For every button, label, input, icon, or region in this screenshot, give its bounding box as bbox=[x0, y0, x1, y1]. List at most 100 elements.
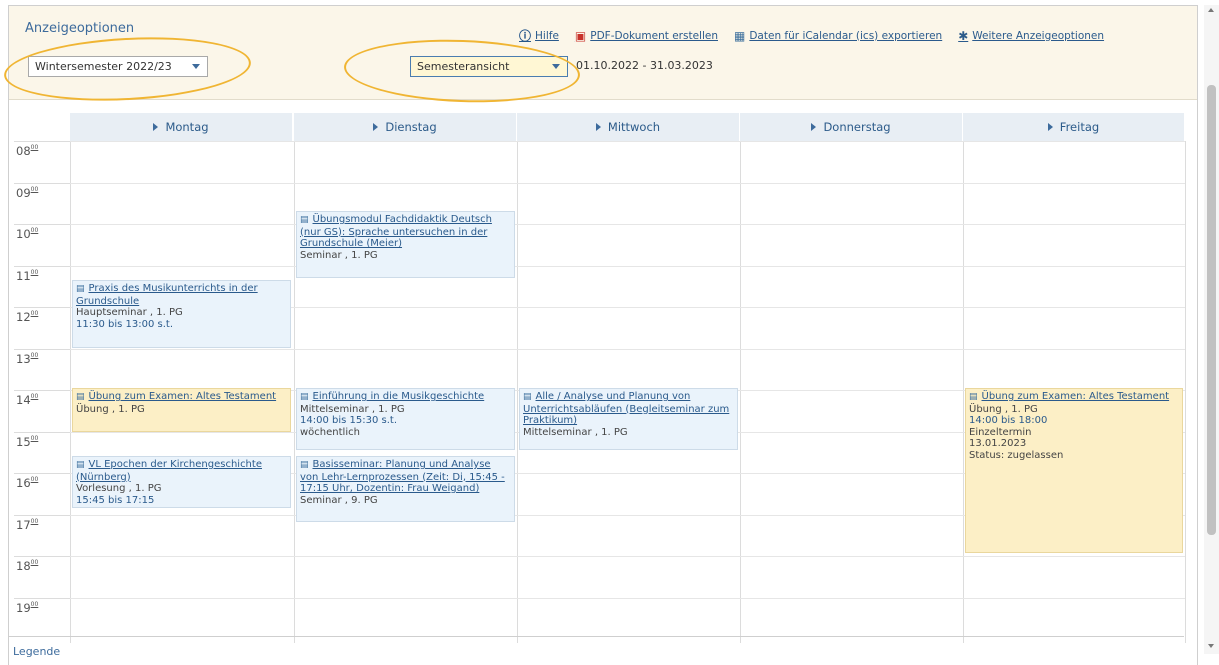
time-label-minutes: 00 bbox=[30, 559, 39, 566]
header-links: ⓘ Hilfe ▣ PDF-Dokument erstellen ▦ Daten für … bbox=[519, 27, 1120, 44]
time-label-minutes: 00 bbox=[30, 185, 39, 193]
course-title-link[interactable]: ▤ Übung zum Examen: Altes Testament bbox=[969, 391, 1179, 404]
hour-line bbox=[70, 597, 1185, 599]
course-event[interactable]: ▤ Übung zum Examen: Altes Testament Übung … bbox=[965, 388, 1183, 553]
course-title-link[interactable]: ▤ Übung zum Examen: Altes Testament bbox=[76, 391, 287, 404]
course-icon: ▤ bbox=[300, 392, 309, 402]
day-header-1[interactable]: Dienstag bbox=[294, 113, 517, 141]
time-label-minutes: 00 bbox=[30, 476, 39, 483]
day-label: Freitag bbox=[1059, 120, 1100, 134]
scroll-down-icon[interactable] bbox=[1208, 644, 1214, 648]
time-label: 1600 bbox=[16, 476, 39, 490]
course-title: Übung zum Examen: Altes Testament bbox=[981, 391, 1170, 402]
course-title-link[interactable]: ▤ Basisseminar: Planung und Analyse von L… bbox=[300, 459, 511, 495]
course-title: Einführung in die Musikgeschichte bbox=[312, 391, 485, 402]
course-title-link[interactable]: ▤ Einführung in die Musikgeschichte bbox=[300, 391, 511, 404]
course-time: 15:45 bis 17:15 bbox=[76, 494, 155, 506]
course-title: VL Epochen der Kirchengeschichte (Nürnbe… bbox=[76, 459, 262, 483]
course-event[interactable]: ▤ VL Epochen der Kirchengeschichte (Nürnb… bbox=[72, 456, 291, 508]
time-label: 1500 bbox=[16, 434, 39, 449]
time-label: 1800 bbox=[16, 559, 39, 573]
time-row-line bbox=[14, 597, 70, 599]
course-event[interactable]: ▤ Übung zum Examen: Altes Testament Übung … bbox=[72, 388, 291, 432]
scroll-thumb[interactable] bbox=[1207, 85, 1216, 535]
expand-icon bbox=[811, 123, 817, 131]
day-label: Montag bbox=[165, 120, 209, 134]
day-header-2[interactable]: Mittwoch bbox=[517, 113, 740, 141]
time-label-minutes: 00 bbox=[30, 351, 39, 359]
time-row-line bbox=[14, 556, 70, 557]
legend[interactable]: Legende bbox=[9, 636, 1184, 661]
scrollbar[interactable] bbox=[1204, 5, 1219, 654]
time-label-minutes: 00 bbox=[30, 227, 39, 234]
day-header-3[interactable]: Donnerstag bbox=[740, 113, 963, 141]
course-meta: Einzeltermin bbox=[969, 426, 1032, 438]
time-row-line bbox=[14, 307, 70, 308]
course-icon: ▤ bbox=[300, 215, 309, 225]
expand-icon bbox=[1047, 123, 1053, 131]
time-label: 1100 bbox=[16, 268, 39, 283]
time-label: 1000 bbox=[16, 227, 39, 241]
course-time: 11:30 bis 13:00 s.t. bbox=[76, 318, 173, 330]
expand-icon bbox=[595, 123, 601, 131]
day-column bbox=[740, 141, 963, 643]
time-label-minutes: 00 bbox=[30, 393, 39, 400]
course-icon: ▤ bbox=[523, 392, 532, 402]
scroll-up-icon[interactable] bbox=[1208, 8, 1214, 12]
page-title: Anzeigeoptionen bbox=[25, 21, 135, 36]
ics-export-link-label: Daten für iCalendar (ics) exportieren bbox=[749, 29, 943, 42]
time-label-minutes: 00 bbox=[30, 144, 39, 151]
time-row-line bbox=[14, 514, 70, 516]
time-row-line bbox=[14, 348, 70, 350]
date-range: 01.10.2022 - 31.03.2023 bbox=[576, 59, 713, 72]
hour-line bbox=[70, 224, 1185, 225]
more-options-link-label: Weitere Anzeigeoptionen bbox=[972, 29, 1105, 42]
time-row-line bbox=[14, 431, 70, 433]
course-meta: Seminar , 9. PG bbox=[300, 494, 378, 506]
course-meta: Übung , 1. PG bbox=[76, 403, 145, 415]
ics-export-link[interactable]: ▦ Daten für iCalendar (ics) exportieren bbox=[734, 27, 942, 44]
help-link[interactable]: ⓘ Hilfe bbox=[519, 27, 559, 44]
course-title-link[interactable]: ▤ Alle / Analyse und Planung von Unterric… bbox=[523, 391, 734, 427]
course-meta: wöchentlich bbox=[300, 426, 360, 438]
course-event[interactable]: ▤ Einführung in die Musikgeschichte Mittel… bbox=[296, 388, 515, 450]
time-label: 1400 bbox=[16, 393, 39, 407]
course-meta: 13.01.2023 bbox=[969, 438, 1027, 449]
pdf-icon: ▣ bbox=[574, 28, 587, 43]
time-row-line bbox=[14, 390, 70, 391]
time-label-minutes: 00 bbox=[30, 268, 39, 276]
course-title-link[interactable]: ▤ Übungsmodul Fachdidaktik Deutsch (nur G… bbox=[300, 214, 511, 250]
day-label: Mittwoch bbox=[607, 120, 661, 134]
course-event[interactable]: ▤ Alle / Analyse und Planung von Unterric… bbox=[519, 388, 738, 450]
course-title: Übungsmodul Fachdidaktik Deutsch (nur GS… bbox=[300, 214, 492, 249]
time-label-minutes: 00 bbox=[30, 600, 39, 608]
course-time: 14:00 bis 18:00 bbox=[969, 415, 1048, 426]
hour-line bbox=[70, 182, 1185, 184]
course-event[interactable]: ▤ Praxis des Musikunterrichts in der Grun… bbox=[72, 280, 291, 348]
pdf-export-link[interactable]: ▣ PDF-Dokument erstellen bbox=[575, 27, 718, 44]
course-meta: Status: zugelassen bbox=[969, 449, 1064, 461]
course-title-link[interactable]: ▤ Praxis des Musikunterrichts in der Grun… bbox=[76, 283, 287, 307]
course-icon: ▤ bbox=[76, 460, 85, 470]
hour-line bbox=[70, 141, 1185, 142]
course-time: 14:00 bis 15:30 s.t. bbox=[300, 415, 397, 426]
day-header-0[interactable]: Montag bbox=[70, 113, 293, 141]
course-meta: Mittelseminar , 1. PG bbox=[300, 403, 405, 415]
pdf-export-link-label: PDF-Dokument erstellen bbox=[590, 29, 718, 42]
gear-icon: ✱ bbox=[958, 28, 969, 43]
timetable-grid: Montag Dienstag Mittwoch Donnerstag Freitag 0… bbox=[14, 113, 1186, 643]
course-icon: ▤ bbox=[300, 460, 309, 470]
day-header-4[interactable]: Freitag bbox=[963, 113, 1185, 141]
course-title-link[interactable]: ▤ VL Epochen der Kirchengeschichte (Nürnb… bbox=[76, 459, 287, 483]
hour-line bbox=[70, 265, 1185, 267]
course-event[interactable]: ▤ Basisseminar: Planung und Analyse von L… bbox=[296, 456, 515, 522]
help-link-label: Hilfe bbox=[535, 29, 559, 42]
course-meta: Seminar , 1. PG bbox=[300, 249, 378, 261]
legend-label: Legende bbox=[13, 645, 61, 658]
time-label: 0900 bbox=[16, 185, 39, 200]
time-label-minutes: 00 bbox=[30, 310, 39, 317]
course-event[interactable]: ▤ Übungsmodul Fachdidaktik Deutsch (nur G… bbox=[296, 211, 515, 278]
more-options-link[interactable]: ✱ Weitere Anzeigeoptionen bbox=[958, 27, 1104, 44]
time-label: 1700 bbox=[16, 517, 39, 532]
time-label: 1200 bbox=[16, 310, 39, 324]
